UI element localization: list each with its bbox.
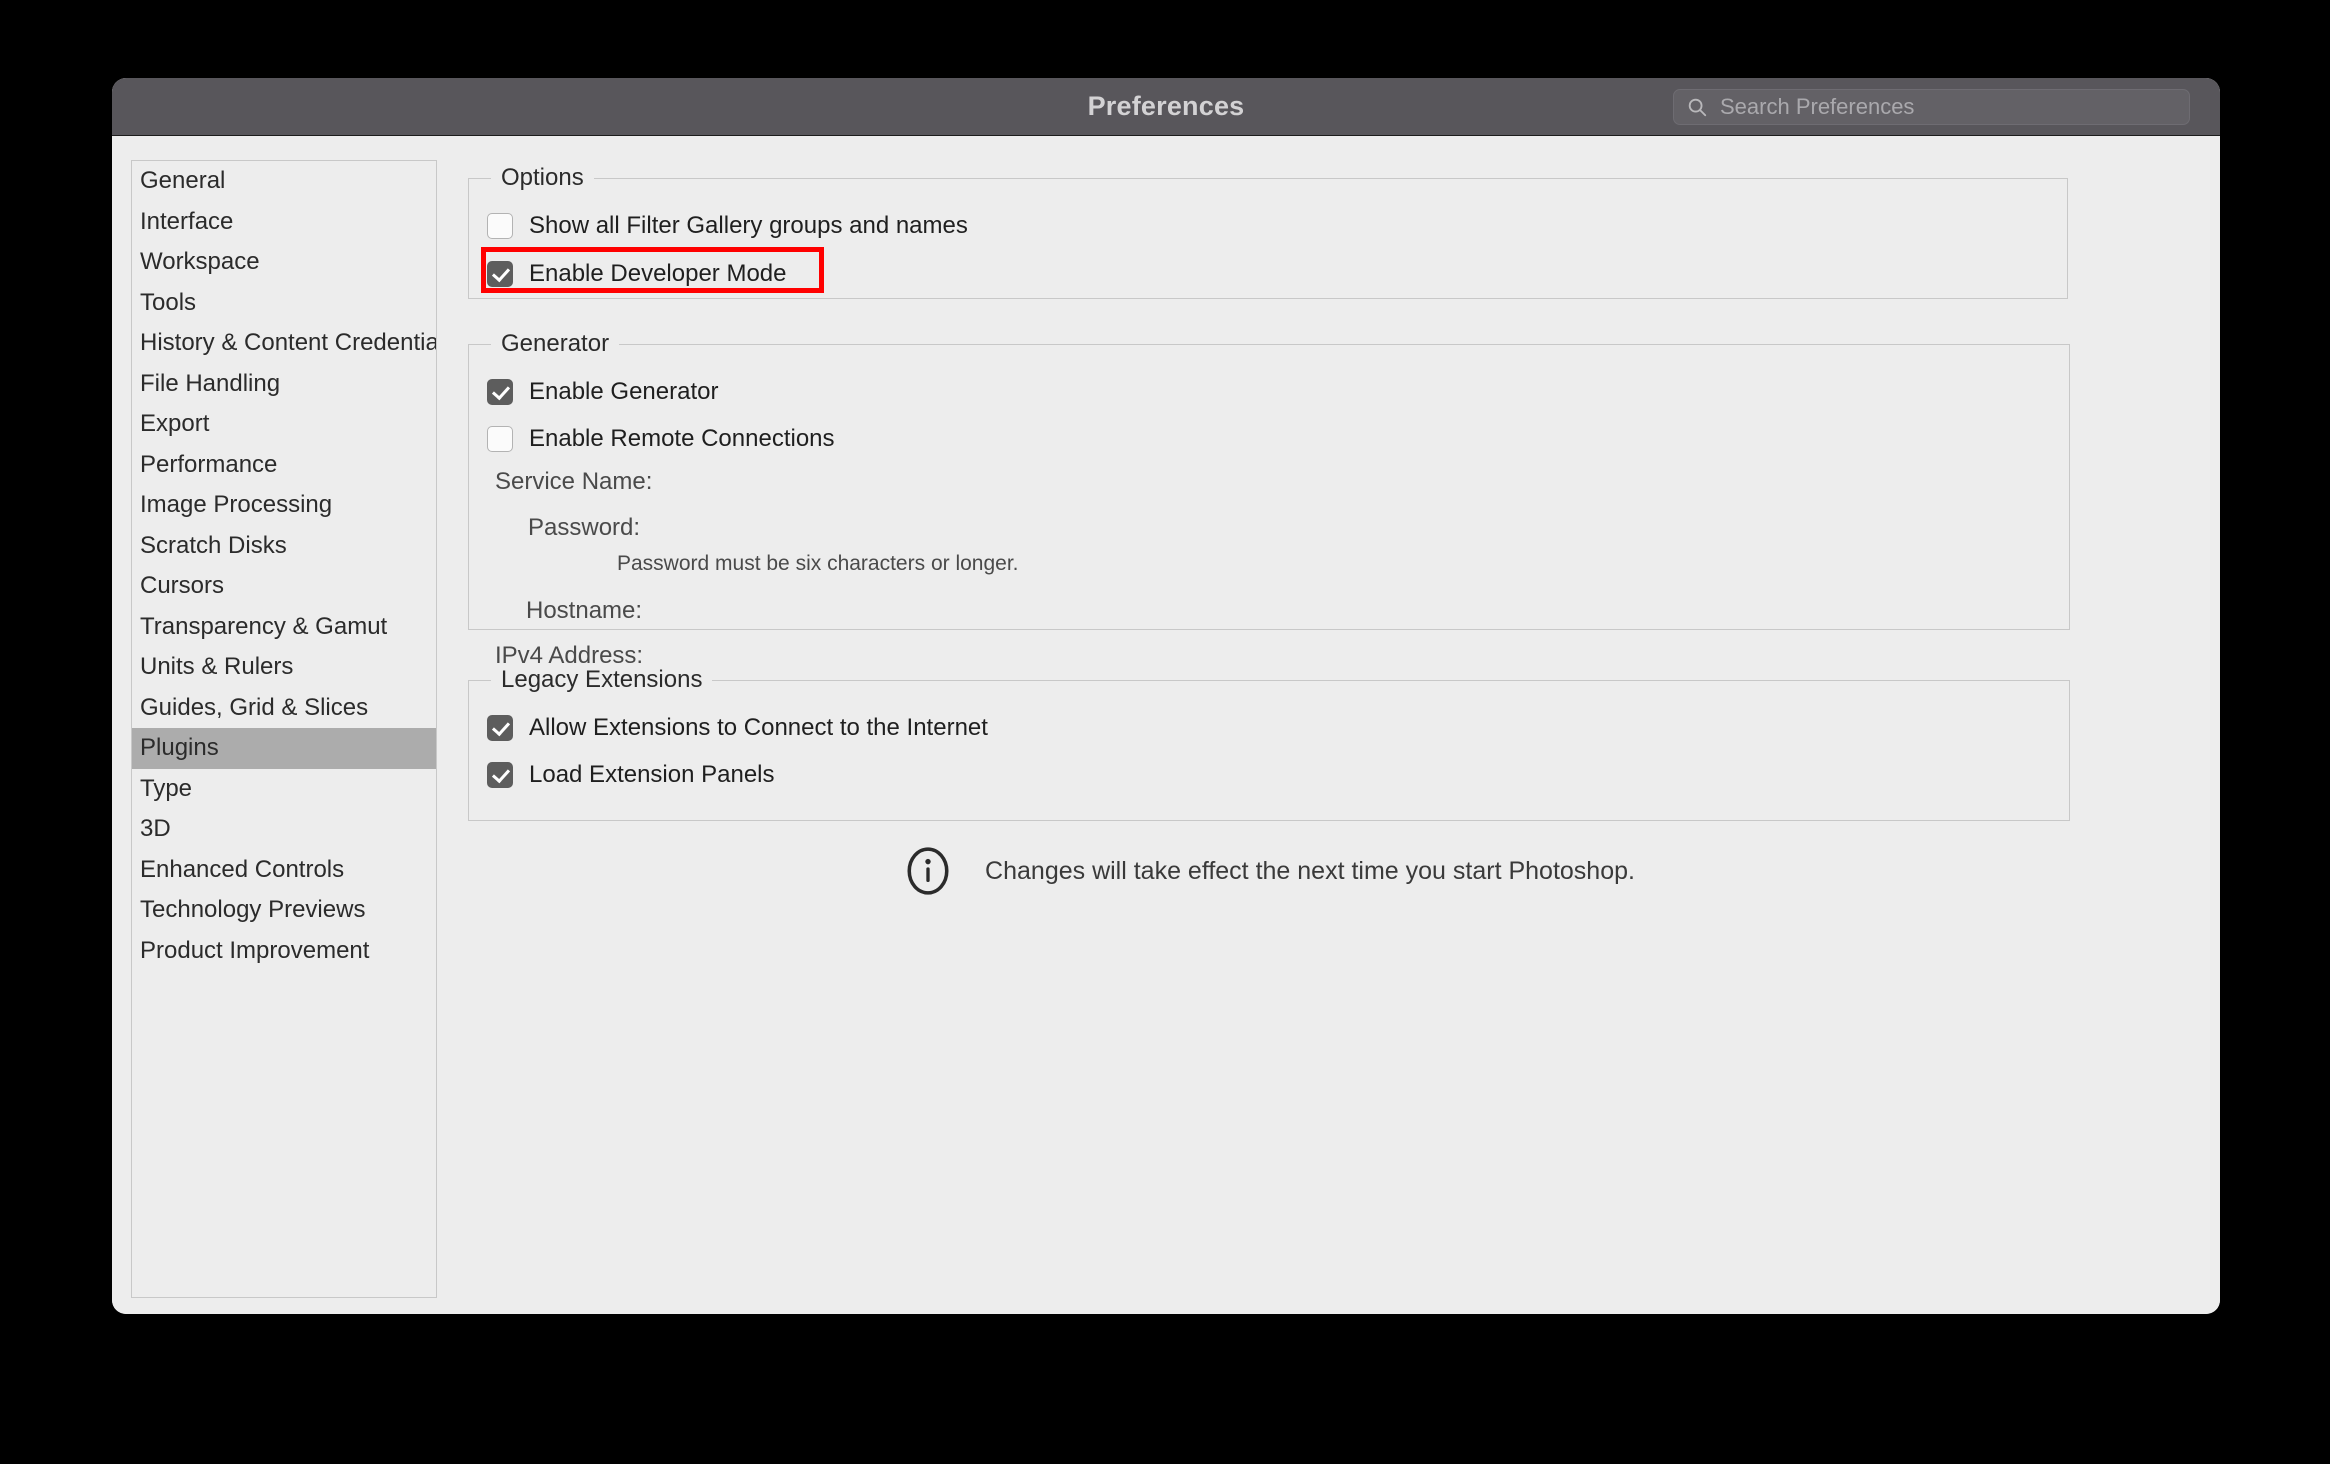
sidebar-item-label: Interface xyxy=(140,208,233,235)
sidebar-item-general[interactable]: General xyxy=(132,161,436,202)
legacy-extensions-group: Legacy Extensions Allow Extensions to Co… xyxy=(468,666,2070,821)
sidebar-item-history-content-credentials[interactable]: History & Content Credentials xyxy=(132,323,436,364)
sidebar-item-scratch-disks[interactable]: Scratch Disks xyxy=(132,526,436,567)
sidebar-item-type[interactable]: Type xyxy=(132,769,436,810)
sidebar-item-label: Cursors xyxy=(140,572,224,599)
service-name-label: Service Name: xyxy=(495,468,652,496)
sidebar-item-label: Tools xyxy=(140,289,196,316)
sidebar-item-workspace[interactable]: Workspace xyxy=(132,242,436,283)
sidebar-item-performance[interactable]: Performance xyxy=(132,445,436,486)
sidebar-item-label: Image Processing xyxy=(140,491,332,518)
dialog-body: General Interface Workspace Tools Histor… xyxy=(112,136,2220,1314)
sidebar-item-enhanced-controls[interactable]: Enhanced Controls xyxy=(132,850,436,891)
sidebar-item-label: File Handling xyxy=(140,370,280,397)
sidebar-item-cursors[interactable]: Cursors xyxy=(132,566,436,607)
load-extension-panels-checkbox[interactable] xyxy=(487,762,513,788)
sidebar-item-technology-previews[interactable]: Technology Previews xyxy=(132,890,436,931)
sidebar-item-label: Scratch Disks xyxy=(140,532,287,559)
sidebar-item-label: History & Content Credentials xyxy=(140,329,437,356)
enable-developer-mode-label: Enable Developer Mode xyxy=(529,260,787,288)
sidebar-item-3d[interactable]: 3D xyxy=(132,809,436,850)
sidebar-item-product-improvement[interactable]: Product Improvement xyxy=(132,931,436,972)
options-group-legend: Options xyxy=(491,164,594,192)
sidebar-item-label: Performance xyxy=(140,451,277,478)
password-label: Password: xyxy=(528,514,640,542)
sidebar-item-label: Enhanced Controls xyxy=(140,856,344,883)
sidebar-item-label: Transparency & Gamut xyxy=(140,613,387,640)
sidebar-item-label: Units & Rulers xyxy=(140,653,293,680)
sidebar-item-label: Technology Previews xyxy=(140,896,365,923)
show-filter-gallery-row[interactable]: Show all Filter Gallery groups and names xyxy=(487,212,968,240)
enable-developer-mode-checkbox[interactable] xyxy=(487,261,513,287)
restart-notice: Changes will take effect the next time y… xyxy=(468,846,2070,896)
info-circle-icon xyxy=(903,846,953,896)
sidebar-item-transparency-gamut[interactable]: Transparency & Gamut xyxy=(132,607,436,648)
sidebar-item-image-processing[interactable]: Image Processing xyxy=(132,485,436,526)
sidebar-item-label: Guides, Grid & Slices xyxy=(140,694,368,721)
allow-extensions-internet-checkbox[interactable] xyxy=(487,715,513,741)
sidebar-item-tools[interactable]: Tools xyxy=(132,283,436,324)
sidebar-item-label: Product Improvement xyxy=(140,937,369,964)
show-filter-gallery-label: Show all Filter Gallery groups and names xyxy=(529,212,968,240)
preferences-panel-plugins: Options Show all Filter Gallery groups a… xyxy=(456,136,2220,1314)
enable-generator-checkbox[interactable] xyxy=(487,379,513,405)
search-input[interactable] xyxy=(1708,90,2189,124)
sidebar-item-guides-grid-slices[interactable]: Guides, Grid & Slices xyxy=(132,688,436,729)
generator-group-legend: Generator xyxy=(491,330,619,358)
allow-extensions-internet-row[interactable]: Allow Extensions to Connect to the Inter… xyxy=(487,714,988,742)
enable-remote-connections-label: Enable Remote Connections xyxy=(529,425,835,453)
sidebar-item-label: General xyxy=(140,167,225,194)
enable-remote-connections-checkbox[interactable] xyxy=(487,426,513,452)
sidebar-item-label: 3D xyxy=(140,815,171,842)
dialog-titlebar: Preferences xyxy=(112,78,2220,136)
password-hint: Password must be six characters or longe… xyxy=(617,552,1019,576)
sidebar-item-file-handling[interactable]: File Handling xyxy=(132,364,436,405)
hostname-label: Hostname: xyxy=(526,597,642,625)
options-group: Options Show all Filter Gallery groups a… xyxy=(468,164,2068,299)
preferences-category-list[interactable]: General Interface Workspace Tools Histor… xyxy=(131,160,437,1298)
sidebar-item-interface[interactable]: Interface xyxy=(132,202,436,243)
load-extension-panels-label: Load Extension Panels xyxy=(529,761,775,789)
sidebar-item-export[interactable]: Export xyxy=(132,404,436,445)
sidebar-item-label: Workspace xyxy=(140,248,260,275)
sidebar-item-label: Plugins xyxy=(140,734,219,761)
sidebar-item-label: Type xyxy=(140,775,192,802)
sidebar-item-label: Export xyxy=(140,410,209,437)
preferences-dialog: Preferences General Interface Workspace … xyxy=(112,78,2220,1314)
search-icon xyxy=(1686,96,1708,118)
restart-notice-text: Changes will take effect the next time y… xyxy=(985,857,1635,886)
legacy-extensions-group-legend: Legacy Extensions xyxy=(491,666,712,694)
enable-generator-label: Enable Generator xyxy=(529,378,718,406)
sidebar-item-plugins[interactable]: Plugins xyxy=(132,728,436,769)
load-extension-panels-row[interactable]: Load Extension Panels xyxy=(487,761,775,789)
enable-developer-mode-row[interactable]: Enable Developer Mode xyxy=(487,260,787,288)
generator-group: Generator Enable Generator Enable Remote… xyxy=(468,330,2070,630)
allow-extensions-internet-label: Allow Extensions to Connect to the Inter… xyxy=(529,714,988,742)
enable-remote-connections-row[interactable]: Enable Remote Connections xyxy=(487,425,835,453)
search-field[interactable] xyxy=(1673,89,2190,125)
show-filter-gallery-checkbox[interactable] xyxy=(487,213,513,239)
sidebar-item-units-rulers[interactable]: Units & Rulers xyxy=(132,647,436,688)
enable-generator-row[interactable]: Enable Generator xyxy=(487,378,718,406)
